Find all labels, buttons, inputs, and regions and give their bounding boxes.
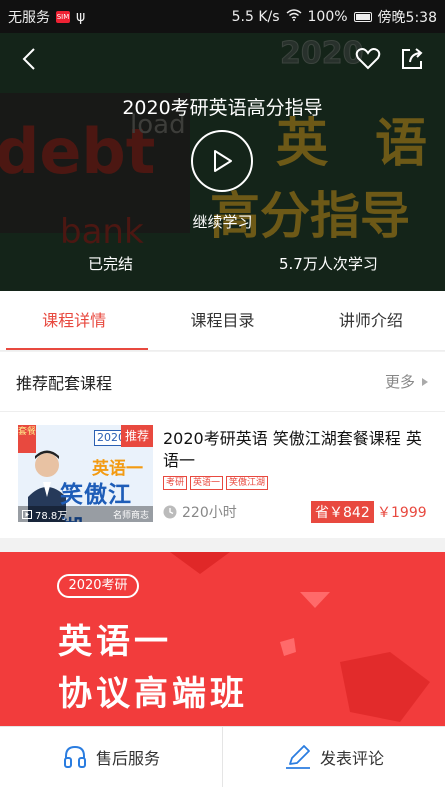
promo-banner[interactable]: 2020考研 英语一 协议高端班 (0, 552, 445, 726)
network-speed: 5.5 K/s (231, 8, 280, 25)
banner-line1: 英语一 (58, 622, 172, 662)
tab-course-catalog[interactable]: 课程目录 (148, 291, 296, 350)
course-tag: 笑傲江湖 (226, 476, 269, 490)
course-tag: 英语一 (190, 476, 224, 490)
course-card[interactable]: 套餐 2020 推荐 英语一 笑傲江湖 78.8万 名师商志 2020考研英语 … (0, 412, 445, 538)
recommend-header: 推荐配套课程 更多 (0, 352, 445, 412)
course-tabs: 课程详情 课程目录 讲师介绍 (0, 291, 445, 351)
post-comment-label: 发表评论 (319, 749, 384, 768)
heart-icon (355, 48, 381, 70)
tab-instructor[interactable]: 讲师介绍 (297, 291, 445, 350)
continue-learning-label[interactable]: 继续学习 (0, 211, 445, 232)
share-icon (402, 48, 423, 69)
after-sales-button[interactable]: 售后服务 (0, 727, 222, 787)
view-count: 78.8万 (35, 510, 68, 522)
more-label: 更多 (384, 373, 415, 391)
back-button[interactable] (16, 45, 44, 73)
course-hero: debt bank load 2020 英 语 高分指导 2020考研英语高分指… (0, 33, 445, 291)
battery-percent: 100% (307, 8, 348, 25)
play-icon (214, 150, 232, 172)
package-tag: 套餐 (18, 425, 36, 453)
share-button[interactable] (398, 45, 426, 73)
course-card-title[interactable]: 2020考研英语 笑傲江湖套餐课程 英语一 (163, 428, 435, 472)
pen-icon (285, 745, 310, 769)
status-left: 无服务 SIM ψ (8, 7, 85, 27)
back-arrow-icon (22, 48, 35, 70)
recommend-badge: 推荐 (121, 425, 153, 447)
post-comment-button[interactable]: 发表评论 (222, 727, 445, 787)
video-play-icon (22, 509, 32, 519)
play-button[interactable] (191, 130, 253, 192)
recommend-title: 推荐配套课程 (16, 373, 113, 393)
discount-badge: 省￥842 (311, 501, 374, 523)
clock-time: 傍晚5:38 (377, 9, 437, 26)
completion-status: 已完结 (88, 255, 134, 273)
course-thumbnail[interactable]: 套餐 2020 推荐 英语一 笑傲江湖 78.8万 名师商志 (18, 425, 153, 522)
app-page: 无服务 SIM ψ 5.5 K/s 100% 傍晚5:38 debt bank … (0, 0, 445, 787)
thumb-teacher: 名师商志 (112, 510, 149, 521)
headset-icon (63, 745, 86, 768)
wifi-icon (286, 8, 302, 25)
course-title: 2020考研英语高分指导 (122, 97, 323, 119)
course-tag: 考研 (163, 476, 188, 490)
learner-count: 5.7万人次学习 (279, 255, 378, 273)
status-bar: 无服务 SIM ψ 5.5 K/s 100% 傍晚5:38 (0, 0, 445, 33)
sim-icon: SIM (56, 10, 70, 23)
favorite-button[interactable] (354, 45, 382, 73)
course-tags: 考研 英语一 笑傲江湖 (163, 476, 269, 490)
usb-icon: ψ (76, 8, 86, 25)
bottom-action-bar: 售后服务 发表评论 (0, 726, 445, 787)
course-price: ￥1999 (377, 505, 427, 521)
course-hours: 220小时 (163, 502, 237, 522)
thumb-footer: 78.8万 名师商志 (18, 506, 153, 522)
clock-icon (163, 505, 177, 519)
more-link[interactable]: 更多 (385, 371, 429, 392)
tab-course-details[interactable]: 课程详情 (0, 291, 149, 350)
hours-text: 220小时 (182, 505, 237, 521)
banner-line2: 协议高端班 (58, 674, 248, 714)
battery-icon (353, 11, 372, 22)
status-right: 5.5 K/s 100% 傍晚5:38 (232, 7, 437, 27)
triangle-right-icon (422, 377, 428, 386)
carrier-text: 无服务 (8, 9, 50, 26)
after-sales-label: 售后服务 (95, 749, 160, 768)
banner-year-pill: 2020考研 (57, 574, 139, 598)
